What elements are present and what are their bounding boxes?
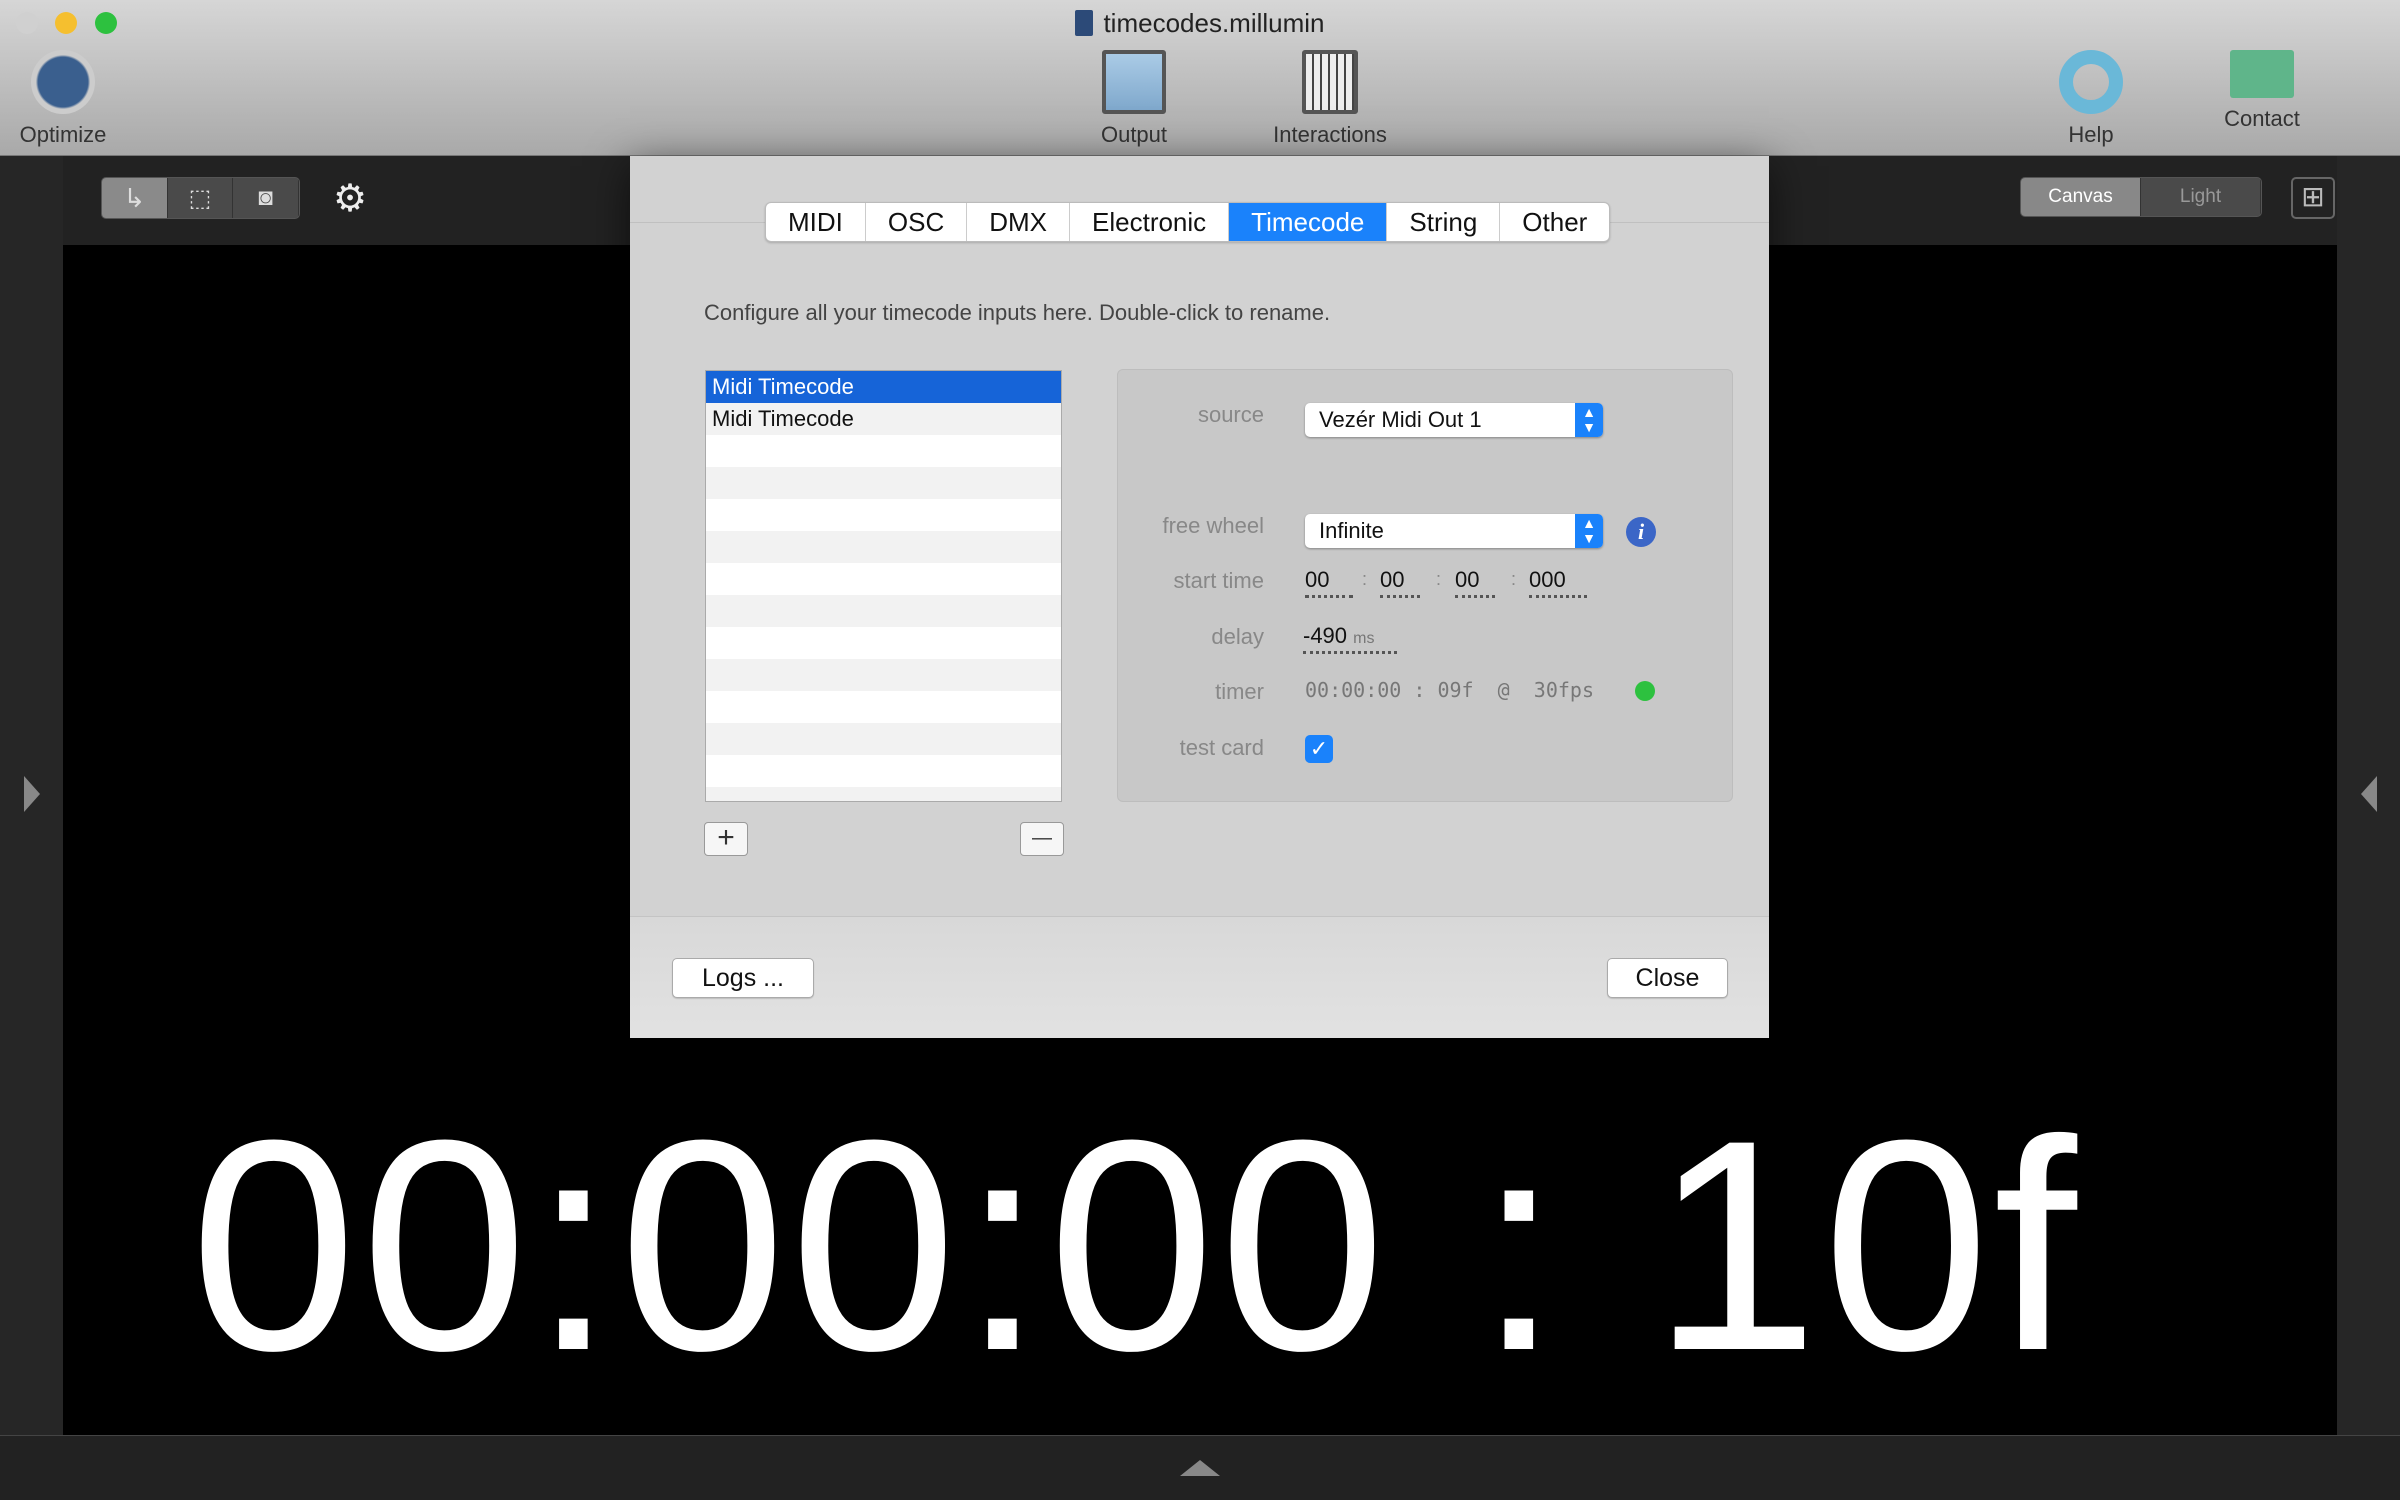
mask-tool-icon[interactable]: ◙	[233, 178, 299, 218]
tab-electronic[interactable]: Electronic	[1070, 203, 1230, 241]
separator: :	[1511, 569, 1517, 589]
tab-midi[interactable]: MIDI	[766, 203, 866, 241]
tab-string[interactable]: String	[1387, 203, 1501, 241]
layout-grid-icon[interactable]: ⊞	[2291, 177, 2335, 219]
tab-bar: MIDI OSC DMX Electronic Timecode String …	[765, 202, 1611, 242]
canvas-light-toggle: Canvas Light	[2020, 177, 2262, 217]
free-wheel-label: free wheel	[1162, 513, 1264, 538]
tab-timecode[interactable]: Timecode	[1229, 203, 1388, 241]
output-label: Output	[1100, 122, 1168, 147]
start-milliseconds-field[interactable]: 000	[1529, 567, 1587, 598]
expand-up-icon	[1180, 1460, 1220, 1476]
expand-left-icon	[2361, 776, 2377, 812]
delay-label: delay	[1211, 624, 1264, 649]
start-hours-field[interactable]: 00	[1305, 567, 1353, 598]
source-select[interactable]: Vezér Midi Out 1 ▲ ▼	[1305, 403, 1603, 437]
source-value: Vezér Midi Out 1	[1319, 407, 1482, 432]
instructions-text: Configure all your timecode inputs here.…	[704, 300, 1331, 325]
lifebuoy-icon	[2059, 50, 2123, 114]
right-panel-toggle[interactable]	[2337, 156, 2400, 1435]
optimize-button[interactable]: Optimize	[0, 50, 143, 148]
separator: :	[1436, 569, 1442, 589]
bottom-panel-toggle[interactable]	[0, 1435, 2400, 1500]
transform-tool-icon[interactable]: ⬚	[168, 178, 234, 218]
timer-label: timer	[1215, 679, 1264, 704]
timecode-input-list: Midi Timecode Midi Timecode	[705, 370, 1062, 802]
contact-label: Contact	[2224, 106, 2300, 131]
interactions-label: Interactions	[1273, 122, 1387, 147]
dialog-footer: Logs ... Close	[630, 916, 1769, 1038]
canvas-mode-button[interactable]: Canvas	[2021, 178, 2141, 216]
canvas-timecode-display: 00:00:00 : 10f	[190, 1077, 2081, 1413]
window-title-text: timecodes.millumin	[1103, 8, 1325, 38]
list-item[interactable]: Midi Timecode	[706, 403, 1061, 435]
interactions-button[interactable]: Interactions	[1250, 50, 1410, 148]
add-input-button[interactable]: +	[704, 822, 748, 856]
tab-dmx[interactable]: DMX	[967, 203, 1071, 241]
close-button[interactable]: Close	[1607, 958, 1728, 998]
free-wheel-select[interactable]: Infinite ▲ ▼	[1305, 514, 1603, 548]
interactions-dialog: MIDI OSC DMX Electronic Timecode String …	[630, 156, 1769, 1038]
source-label: source	[1197, 402, 1264, 427]
list-item[interactable]: Midi Timecode	[706, 371, 1061, 403]
delay-field[interactable]: -490 ms	[1303, 623, 1397, 654]
separator: :	[1362, 569, 1368, 589]
start-time-label: start time	[1173, 568, 1264, 593]
test-card-checkbox[interactable]: ✓	[1305, 735, 1333, 763]
gauge-icon	[31, 50, 95, 114]
timecode-settings-panel: source Vezér Midi Out 1 ▲ ▼ free wheel Inf…	[1117, 369, 1733, 802]
tab-osc[interactable]: OSC	[866, 203, 968, 241]
document-icon	[1075, 10, 1094, 36]
left-panel-toggle[interactable]	[0, 156, 63, 1435]
chat-bubble-icon	[2230, 50, 2294, 98]
info-icon[interactable]: i	[1626, 517, 1656, 547]
chevron-updown-icon: ▲ ▼	[1575, 514, 1603, 548]
help-label: Help	[2068, 122, 2114, 147]
tab-other[interactable]: Other	[1500, 203, 1609, 241]
move-tool-icon[interactable]: ↳	[102, 178, 168, 218]
logs-button[interactable]: Logs ...	[672, 958, 814, 998]
output-button[interactable]: Output	[1054, 50, 1214, 148]
contact-button[interactable]: Contact	[2182, 50, 2342, 132]
delay-unit: ms	[1353, 630, 1375, 647]
monitor-icon	[1102, 50, 1166, 114]
test-card-label: test card	[1179, 735, 1264, 760]
remove-input-button[interactable]: —	[1020, 822, 1064, 856]
timer-readout: 00:00:00 : 09f @ 30fps	[1305, 678, 1594, 702]
optimize-label: Optimize	[19, 122, 107, 147]
expand-right-icon	[24, 776, 40, 812]
delay-value: -490	[1303, 623, 1348, 648]
start-minutes-field[interactable]: 00	[1380, 567, 1420, 598]
keyboard-icon	[1302, 50, 1358, 114]
gear-icon[interactable]: ⚙	[333, 176, 367, 221]
light-mode-button[interactable]: Light	[2141, 178, 2261, 216]
start-seconds-field[interactable]: 00	[1455, 567, 1495, 598]
chevron-updown-icon: ▲ ▼	[1575, 403, 1603, 437]
status-indicator	[1635, 681, 1655, 701]
title-bar: timecodes.millumin Optimize Output Inter…	[0, 0, 2400, 156]
canvas-tools: ↳ ⬚ ◙	[101, 177, 300, 219]
help-button[interactable]: Help	[2011, 50, 2171, 148]
free-wheel-value: Infinite	[1319, 518, 1384, 543]
window-title: timecodes.millumin	[0, 8, 2400, 39]
